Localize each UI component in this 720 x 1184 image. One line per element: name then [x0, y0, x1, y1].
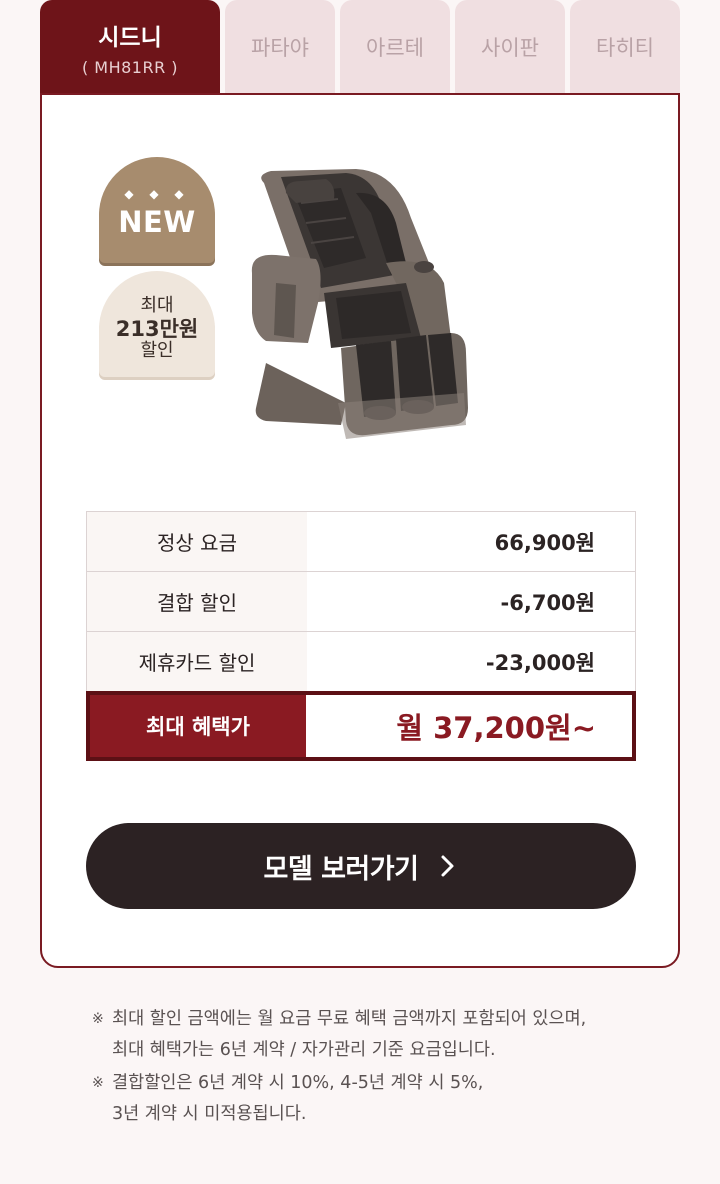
price-value: -6,700원: [500, 590, 595, 615]
discount-badge-line1: 최대: [140, 295, 174, 317]
view-model-button-label: 모델 보러가기: [263, 853, 419, 885]
tab-tahiti[interactable]: 타히티: [570, 0, 680, 94]
footnote-line: 3년 계약 시 미적용됩니다.: [112, 1104, 307, 1124]
tab-label: 사이판: [481, 36, 539, 60]
price-row-max-benefit: 최대 혜택가 월 37,200원~: [86, 691, 636, 761]
new-badge: ◆ ◆ ◆ NEW: [99, 157, 215, 263]
tab-pattaya[interactable]: 파타야: [225, 0, 335, 94]
max-benefit-value: 월 37,200원~: [396, 711, 596, 745]
tab-saipan[interactable]: 사이판: [455, 0, 565, 94]
chevron-right-icon: [441, 855, 454, 877]
price-value: -23,000원: [485, 650, 595, 675]
footnote-line: 최대 할인 금액에는 월 요금 무료 혜택 금액까지 포함되어 있으며,: [112, 1009, 587, 1029]
tab-arte[interactable]: 아르테: [340, 0, 450, 94]
footnote: ※ 최대 할인 금액에는 월 요금 무료 혜택 금액까지 포함되어 있으며, 최…: [92, 1004, 652, 1066]
price-row-bundle-discount: 결합 할인 -6,700원: [87, 572, 635, 632]
model-tabs: 시드니 ( MH81RR ) 파타야 아르테 사이판 타히티: [40, 0, 680, 94]
price-value: 66,900원: [494, 530, 595, 555]
price-label: 결합 할인: [87, 572, 307, 631]
discount-badge-amount: 213만원: [115, 316, 199, 341]
reference-mark-icon: ※: [92, 1075, 104, 1091]
discount-badge: 최대 213만원 할인: [99, 271, 215, 377]
tab-sydney[interactable]: 시드니 ( MH81RR ): [40, 0, 220, 94]
product-card: ◆ ◆ ◆ NEW 최대 213만원 할인 정상 요금 66,900원 결합 할…: [40, 93, 680, 968]
new-badge-label: NEW: [118, 205, 196, 239]
diamond-dots-icon: ◆ ◆ ◆: [124, 187, 190, 201]
footnote-line: 최대 혜택가는 6년 계약 / 자가관리 기준 요금입니다.: [112, 1040, 496, 1060]
price-row-regular: 정상 요금 66,900원: [87, 512, 635, 572]
price-table: 정상 요금 66,900원 결합 할인 -6,700원 제휴카드 할인 -23,…: [86, 511, 636, 761]
price-row-card-discount: 제휴카드 할인 -23,000원: [87, 632, 635, 692]
footnote-line: 결합할인은 6년 계약 시 10%, 4-5년 계약 시 5%,: [112, 1073, 484, 1093]
tab-label: 시드니: [98, 24, 162, 51]
tab-label: 아르테: [366, 36, 424, 60]
massage-chair-image: [251, 169, 468, 439]
footnotes: ※ 최대 할인 금액에는 월 요금 무료 혜택 금액까지 포함되어 있으며, 최…: [92, 1004, 652, 1132]
tab-label: 타히티: [596, 36, 654, 60]
price-label: 제휴카드 할인: [87, 632, 307, 691]
tab-model-code: ( MH81RR ): [81, 57, 179, 77]
tab-label: 파타야: [251, 36, 309, 60]
footnote: ※ 결합할인은 6년 계약 시 10%, 4-5년 계약 시 5%, 3년 계약…: [92, 1068, 652, 1130]
discount-badge-line3: 할인: [140, 340, 174, 362]
max-benefit-label: 최대 혜택가: [90, 695, 306, 757]
view-model-button[interactable]: 모델 보러가기: [86, 823, 636, 909]
price-label: 정상 요금: [87, 512, 307, 571]
reference-mark-icon: ※: [92, 1011, 104, 1027]
